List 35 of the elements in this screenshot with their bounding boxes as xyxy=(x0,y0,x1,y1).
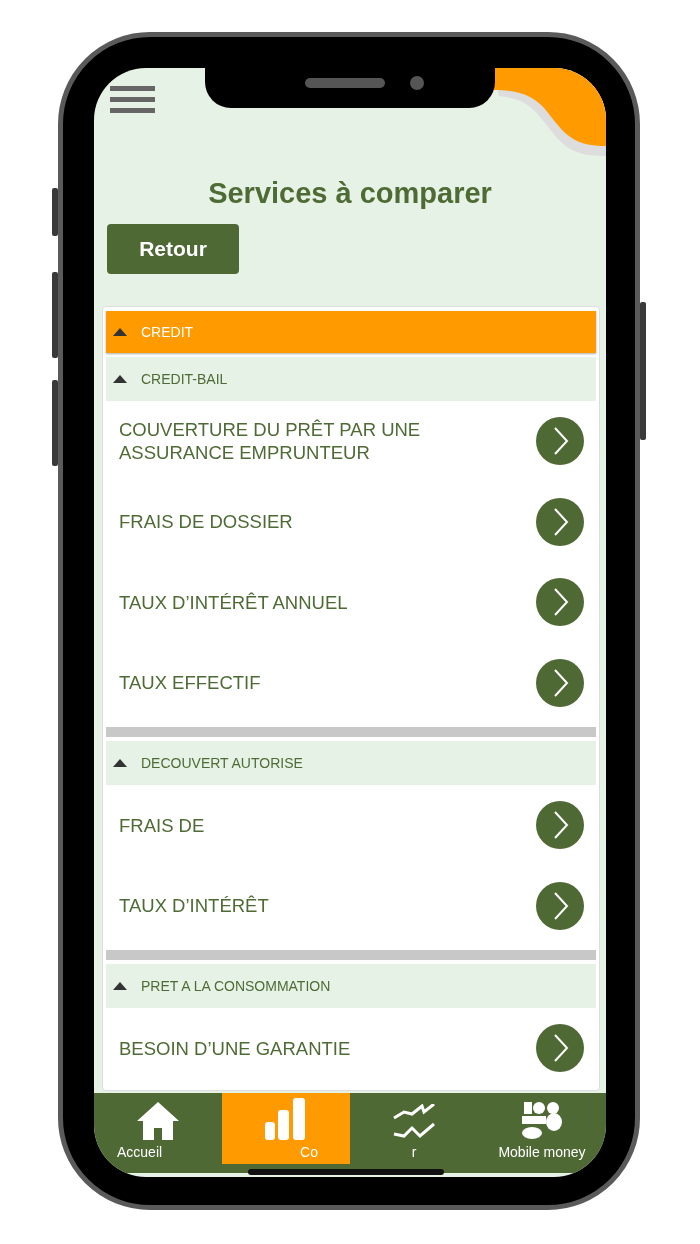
collapse-icon[interactable] xyxy=(113,375,127,383)
group-header[interactable]: PRET A LA CONSOMMATION xyxy=(106,964,596,1008)
back-button[interactable]: Retour xyxy=(107,224,239,274)
collapse-icon[interactable] xyxy=(113,759,127,767)
chevron-button[interactable] xyxy=(536,417,584,466)
group-label: PRET A LA CONSOMMATION xyxy=(141,978,331,994)
tab[interactable]: r xyxy=(350,1093,478,1164)
bar-chart-icon xyxy=(265,1098,307,1140)
collapse-icon[interactable] xyxy=(113,328,127,336)
group-header[interactable]: DECOUVERT AUTORISE xyxy=(106,741,596,785)
service-item[interactable]: FRAIS DE xyxy=(119,813,205,837)
menu-icon[interactable] xyxy=(110,86,155,113)
line-chart-icon xyxy=(392,1104,436,1140)
chevron-button[interactable] xyxy=(536,1024,584,1073)
service-item[interactable]: TAUX EFFECTIF xyxy=(119,671,261,695)
chevron-button[interactable] xyxy=(536,658,584,707)
service-item[interactable]: TAUX D’INTÉRÊT xyxy=(119,894,269,918)
home-icon xyxy=(137,1102,179,1140)
service-item[interactable]: TAUX D’INTÉRÊT ANNUEL xyxy=(119,590,348,614)
chevron-button[interactable] xyxy=(536,881,584,930)
page-title: Services à comparer xyxy=(207,177,493,210)
coins-icon xyxy=(522,1100,562,1140)
service-item[interactable]: COUVERTURE DU PRÊT PAR UNE ASSURANCE EMPRUNTEUR xyxy=(119,418,459,465)
tab[interactable]: Accueil xyxy=(94,1093,222,1164)
group-label: CREDIT-BAIL xyxy=(141,371,228,387)
collapse-icon[interactable] xyxy=(113,982,127,990)
group-header[interactable]: CREDIT-BAIL xyxy=(106,357,596,401)
group-label: DECOUVERT AUTORISE xyxy=(141,755,303,771)
tab[interactable]: Mobile money xyxy=(478,1093,606,1164)
service-item[interactable]: BESOIN D’UNE GARANTIE xyxy=(119,1036,351,1060)
chevron-button[interactable] xyxy=(536,801,584,850)
section-label: CREDIT xyxy=(141,324,194,340)
chevron-button[interactable] xyxy=(536,578,584,627)
service-item[interactable]: FRAIS DE DOSSIER xyxy=(119,510,293,534)
chevron-button[interactable] xyxy=(536,497,584,546)
